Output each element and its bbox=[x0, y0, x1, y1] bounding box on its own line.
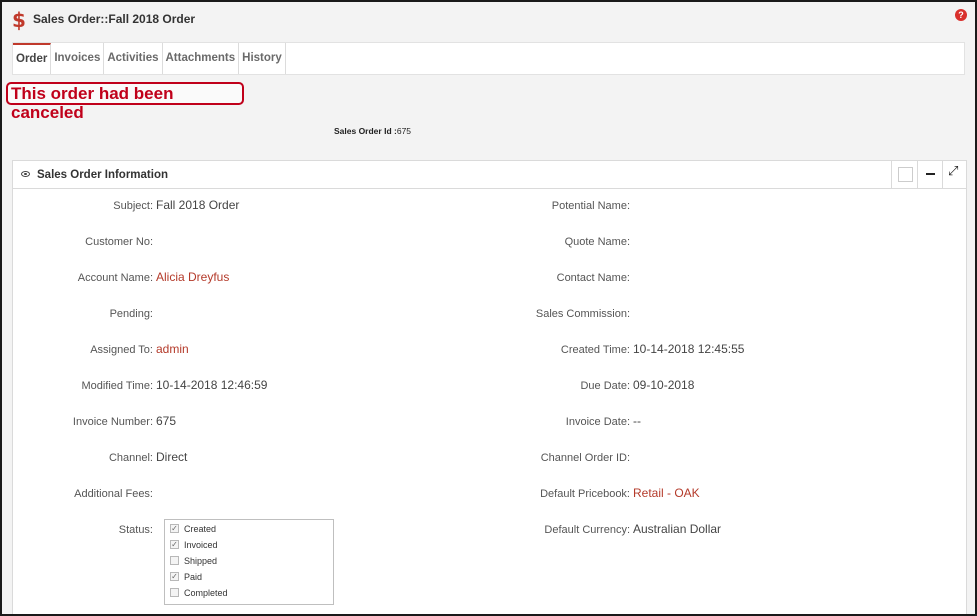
right-field-value[interactable]: Retail - OAK bbox=[633, 486, 700, 500]
canceled-banner: This order had been canceled bbox=[6, 82, 244, 122]
collapse-panel-button[interactable] bbox=[917, 161, 942, 188]
tab-history[interactable]: History bbox=[239, 43, 286, 74]
right-field-row: Channel Order ID: bbox=[13, 451, 630, 471]
currency-dollar-icon: $ bbox=[12, 8, 26, 32]
right-field-row: Due Date: bbox=[13, 379, 630, 399]
eye-icon[interactable] bbox=[21, 171, 30, 177]
checkbox[interactable]: ✓ bbox=[170, 524, 179, 533]
right-field-label: Channel Order ID: bbox=[540, 452, 630, 464]
right-field-label: Sales Commission: bbox=[535, 308, 630, 320]
right-field-value: Australian Dollar bbox=[633, 522, 722, 536]
right-field-label: Created Time: bbox=[560, 344, 630, 356]
right-field-value: 10-14-2018 12:45:55 bbox=[633, 342, 745, 356]
status-checkbox-list: ✓ Created ✓ Invoiced Shipped ✓ Paid Completed bbox=[164, 519, 334, 605]
minus-icon bbox=[926, 173, 935, 175]
right-field-row: Sales Commission: bbox=[13, 307, 630, 327]
checkbox-label: Completed bbox=[184, 588, 228, 598]
square-icon bbox=[898, 167, 913, 182]
checkbox-label: Shipped bbox=[184, 556, 218, 566]
right-field-label: Default Currency: bbox=[544, 524, 630, 536]
checkbox[interactable]: ✓ bbox=[170, 540, 179, 549]
checkbox[interactable]: ✓ bbox=[170, 572, 179, 581]
checkbox-label: Paid bbox=[184, 572, 203, 582]
right-field-row: Quote Name: bbox=[13, 235, 630, 255]
checkbox-label: Invoiced bbox=[184, 540, 218, 550]
tab-invoices[interactable]: Invoices bbox=[51, 43, 105, 74]
select-panel-button[interactable] bbox=[891, 161, 916, 188]
sales-order-id: Sales Order Id :675 bbox=[334, 126, 411, 136]
right-field-label: Invoice Date: bbox=[565, 416, 630, 428]
tab-activities[interactable]: Activities bbox=[104, 43, 163, 74]
panel-title: Sales Order Information bbox=[37, 169, 169, 181]
right-field-label: Default Pricebook: bbox=[540, 488, 630, 500]
right-field-label: Potential Name: bbox=[551, 200, 630, 212]
page-header: $ Sales Order::Fall 2018 Order ? bbox=[2, 2, 975, 42]
page-title: Sales Order::Fall 2018 Order bbox=[33, 12, 196, 26]
right-field-label: Due Date: bbox=[580, 380, 630, 392]
right-field-row: Contact Name: bbox=[13, 271, 630, 291]
right-field-row: Created Time: bbox=[13, 343, 630, 363]
right-field-row: Default Pricebook: bbox=[13, 487, 630, 507]
right-field-value: -- bbox=[633, 414, 641, 428]
right-field-label: Quote Name: bbox=[564, 236, 630, 248]
right-field-label: Contact Name: bbox=[556, 272, 630, 284]
sales-order-id-value: 675 bbox=[396, 126, 412, 136]
sales-order-id-label: Sales Order Id : bbox=[334, 126, 397, 136]
checkbox-label: Created bbox=[184, 524, 217, 534]
checkbox[interactable] bbox=[170, 588, 179, 597]
sales-order-info-panel: Sales Order Information ⤢ Subject: Fall 2… bbox=[12, 160, 967, 614]
tab-attachments[interactable]: Attachments bbox=[163, 43, 240, 74]
right-field-value: 09-10-2018 bbox=[633, 378, 695, 392]
tab-order[interactable]: Order bbox=[13, 43, 52, 74]
help-icon[interactable]: ? bbox=[955, 9, 967, 21]
expand-panel-button[interactable]: ⤢ bbox=[942, 161, 967, 188]
tab-bar: Order Invoices Activities Attachments Hi… bbox=[12, 42, 965, 75]
expand-icon: ⤢ bbox=[948, 164, 959, 179]
right-field-row: Invoice Date: bbox=[13, 415, 630, 435]
right-field-row: Potential Name: bbox=[13, 199, 630, 219]
panel-header: Sales Order Information ⤢ bbox=[13, 161, 966, 189]
checkbox[interactable] bbox=[170, 556, 179, 565]
sales-order-window: $ Sales Order::Fall 2018 Order ? Order I… bbox=[0, 0, 977, 616]
